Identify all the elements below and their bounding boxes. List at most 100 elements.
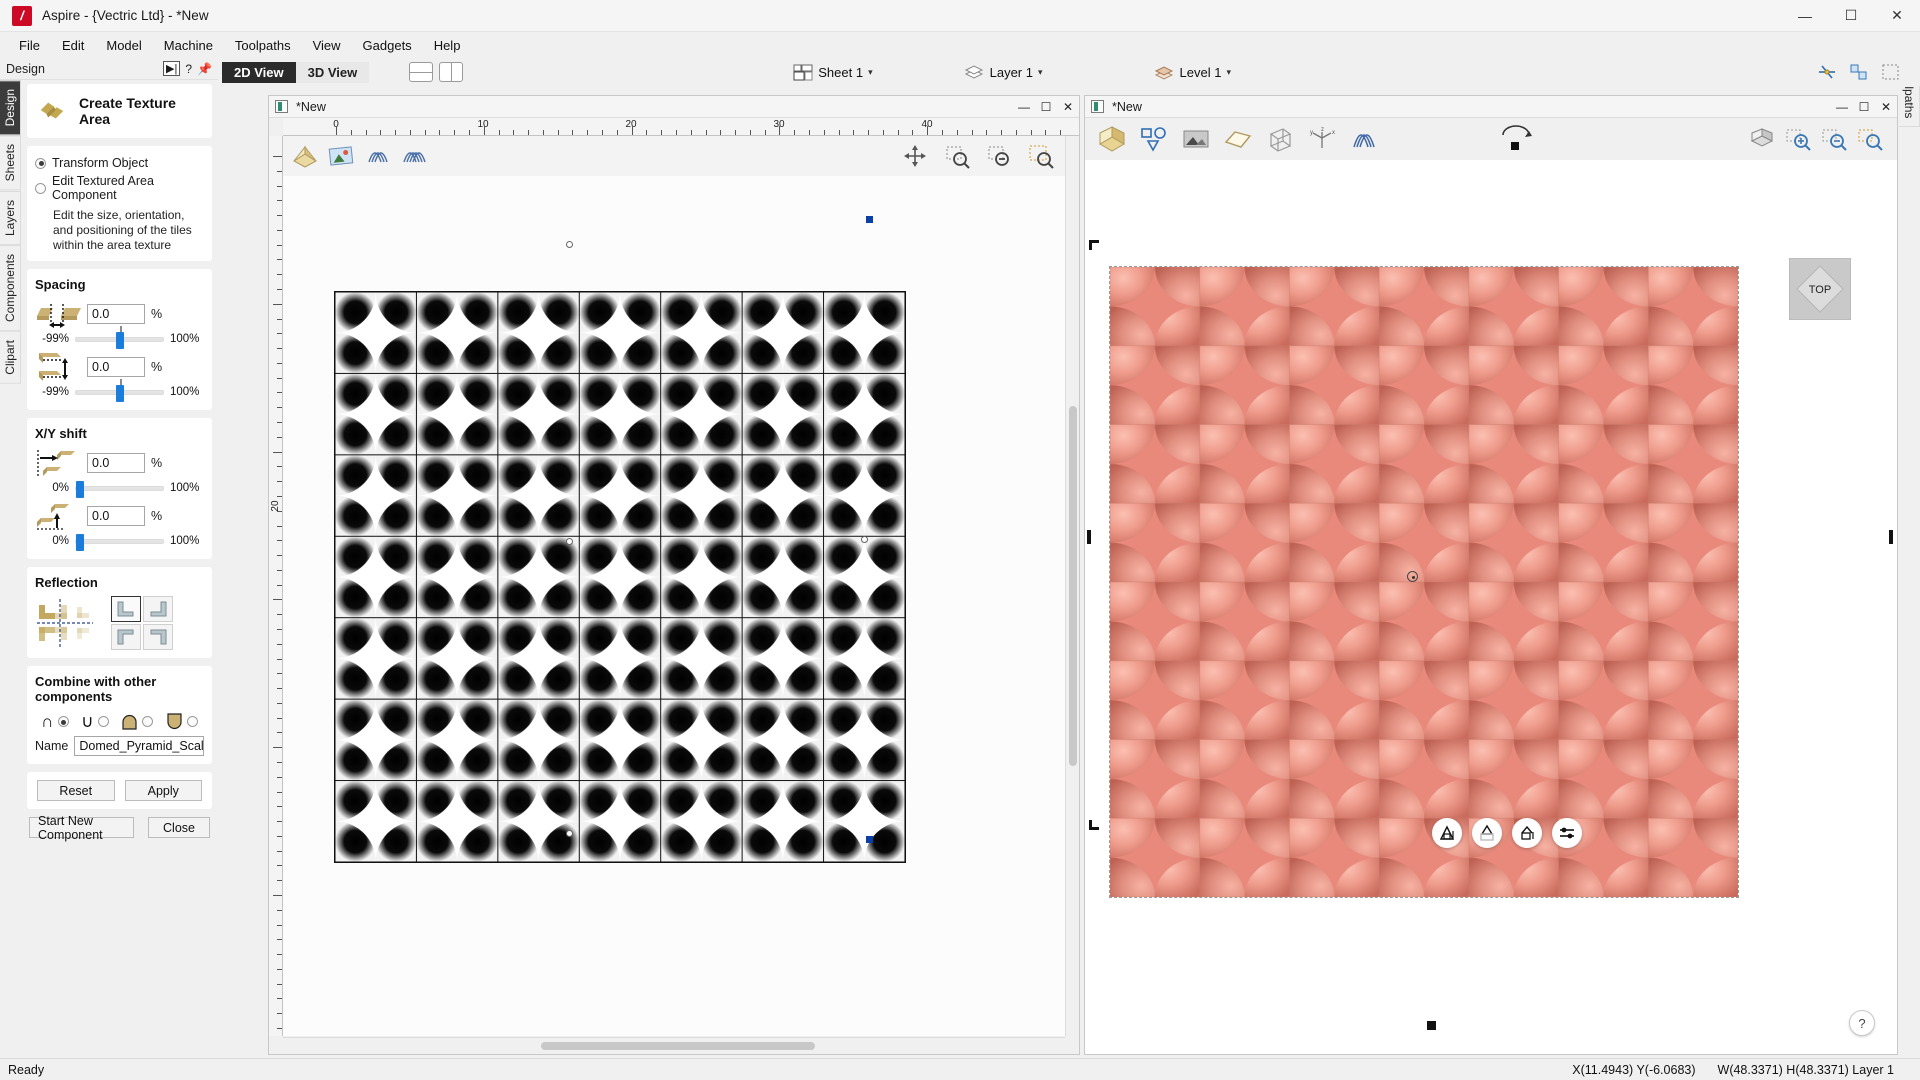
menu-view[interactable]: View (302, 35, 352, 56)
selection-handle[interactable] (866, 216, 873, 223)
combine-merge-high-radio[interactable] (142, 716, 153, 727)
draft-angle-icon[interactable] (1432, 818, 1462, 848)
help-icon[interactable]: ? (185, 62, 192, 76)
menu-toolpaths[interactable]: Toolpaths (224, 35, 302, 56)
reflect-top-right-option[interactable] (143, 624, 173, 650)
view3d-close[interactable]: ✕ (1875, 96, 1897, 118)
spacing-horizontal-input[interactable]: 0.0 (87, 304, 145, 324)
base-plane-icon[interactable] (1512, 818, 1542, 848)
apply-button[interactable]: Apply (125, 780, 203, 801)
close-panel-button[interactable]: Close (148, 817, 210, 838)
tab-2d-view[interactable]: 2D View (222, 62, 296, 83)
tab-3d-view[interactable]: 3D View (296, 62, 370, 83)
component-align-icon[interactable] (1472, 818, 1502, 848)
radio-edit-textured-area[interactable]: Edit Textured Area Component (35, 172, 204, 204)
wireframe-cube-icon[interactable] (1265, 124, 1295, 154)
menu-edit[interactable]: Edit (51, 35, 95, 56)
reflect-bottom-left-option[interactable] (111, 596, 141, 622)
maximize-button[interactable]: ☐ (1828, 0, 1874, 32)
sidebar-item-design[interactable]: Design (0, 80, 21, 135)
level-caret-icon[interactable]: ▾ (1226, 67, 1231, 78)
view3d-canvas[interactable]: TOP (1085, 160, 1897, 1054)
guides-icon[interactable] (1880, 62, 1902, 82)
pin-icon[interactable]: 📌 (197, 62, 212, 76)
axis-origin-icon[interactable]: z y x (1307, 124, 1337, 154)
menu-machine[interactable]: Machine (153, 35, 224, 56)
zoom-in-icon[interactable] (1785, 127, 1811, 151)
view2d-canvas[interactable] (283, 136, 1065, 1036)
reflect-bottom-right-option[interactable] (143, 596, 173, 622)
spacing-horizontal-slider-thumb[interactable] (116, 332, 124, 349)
selection-handle[interactable] (861, 536, 868, 543)
view2d-scrollbar-horizontal[interactable] (283, 1037, 1065, 1054)
zoom-out-icon[interactable] (1821, 127, 1847, 151)
view2d-maximize[interactable]: ☐ (1035, 96, 1057, 118)
sidebar-item-sheets[interactable]: Sheets (0, 135, 21, 190)
greyscale-texture-preview[interactable] (334, 291, 906, 863)
spacing-horizontal-slider[interactable] (75, 337, 164, 342)
view2d-minimize[interactable]: — (1013, 96, 1035, 118)
zoom-extents-icon[interactable] (1857, 127, 1883, 151)
settings-sliders-icon[interactable] (1552, 818, 1582, 848)
start-new-component-button[interactable]: Start New Component (29, 817, 134, 838)
sheet-caret-icon[interactable]: ▾ (868, 67, 873, 78)
model-center-marker[interactable] (1407, 571, 1418, 582)
expand-panel-icon[interactable]: ▶| (163, 61, 180, 76)
toolpath-preview-2-icon[interactable] (399, 142, 427, 170)
combine-low-radio[interactable] (187, 716, 198, 727)
snap-toggle-icon[interactable] (1816, 62, 1838, 82)
reset-button[interactable]: Reset (37, 780, 115, 801)
shift-y-slider[interactable] (75, 539, 164, 544)
shift-y-input[interactable]: 0.0 (87, 506, 145, 526)
combine-subtract-option[interactable]: ∪ (81, 713, 108, 730)
menu-gadgets[interactable]: Gadgets (352, 35, 423, 56)
view2d-close[interactable]: ✕ (1057, 96, 1079, 118)
selection-handle[interactable] (566, 241, 573, 248)
combine-add-radio[interactable] (58, 716, 69, 727)
layout-split-vertical-icon[interactable] (439, 62, 463, 82)
toolpath-ribbon-icon[interactable] (1349, 124, 1379, 154)
textured-model-3d[interactable] (1109, 266, 1739, 898)
minimize-button[interactable]: — (1782, 0, 1828, 32)
close-button[interactable]: ✕ (1874, 0, 1920, 32)
import-bitmap-icon[interactable] (327, 142, 355, 170)
sidebar-item-components[interactable]: Components (0, 245, 21, 331)
material-block-icon[interactable] (1097, 124, 1127, 154)
toolpath-preview-icon[interactable] (363, 142, 391, 170)
selection-center-handle[interactable] (566, 538, 573, 545)
combine-low-option[interactable] (166, 713, 198, 730)
isometric-view-icon[interactable] (1749, 127, 1775, 151)
view3d-maximize[interactable]: ☐ (1853, 96, 1875, 118)
shift-y-slider-thumb[interactable] (76, 534, 84, 551)
menu-help[interactable]: Help (423, 35, 472, 56)
selection-handle[interactable] (566, 830, 573, 837)
flat-plane-icon[interactable] (1223, 124, 1253, 154)
menu-model[interactable]: Model (95, 35, 152, 56)
vectors-icon[interactable] (1139, 124, 1169, 154)
spacing-vertical-slider-thumb[interactable] (116, 385, 124, 402)
grid-snap-icon[interactable] (1848, 62, 1870, 82)
zoom-out-icon[interactable] (985, 142, 1013, 170)
move-icon[interactable] (901, 142, 929, 170)
layout-split-horizontal-icon[interactable] (409, 62, 433, 82)
zoom-selection-icon[interactable] (1027, 142, 1055, 170)
component-name-input[interactable]: Domed_Pyramid_Scallop1_Tiled.3d (74, 736, 204, 756)
sidebar-item-layers[interactable]: Layers (0, 191, 21, 245)
reflect-top-left-option[interactable] (111, 624, 141, 650)
undo-view-icon[interactable] (1499, 123, 1533, 155)
radio-transform-object[interactable]: Transform Object (35, 154, 204, 172)
view2d-scrollbar-vertical[interactable] (1065, 136, 1079, 1036)
spacing-vertical-slider[interactable] (75, 390, 164, 395)
menu-file[interactable]: File (8, 35, 51, 56)
shift-x-input[interactable]: 0.0 (87, 453, 145, 473)
material-setup-icon[interactable] (291, 142, 319, 170)
view3d-minimize[interactable]: — (1831, 96, 1853, 118)
shaded-preview-icon[interactable] (1181, 124, 1211, 154)
sidebar-item-clipart[interactable]: Clipart (0, 331, 21, 384)
help-button[interactable]: ? (1849, 1010, 1875, 1036)
shift-x-slider[interactable] (75, 486, 164, 491)
shift-x-slider-thumb[interactable] (76, 481, 84, 498)
combine-merge-high-option[interactable] (121, 713, 153, 730)
zoom-in-icon[interactable] (943, 142, 971, 170)
selection-handle[interactable] (866, 836, 873, 843)
